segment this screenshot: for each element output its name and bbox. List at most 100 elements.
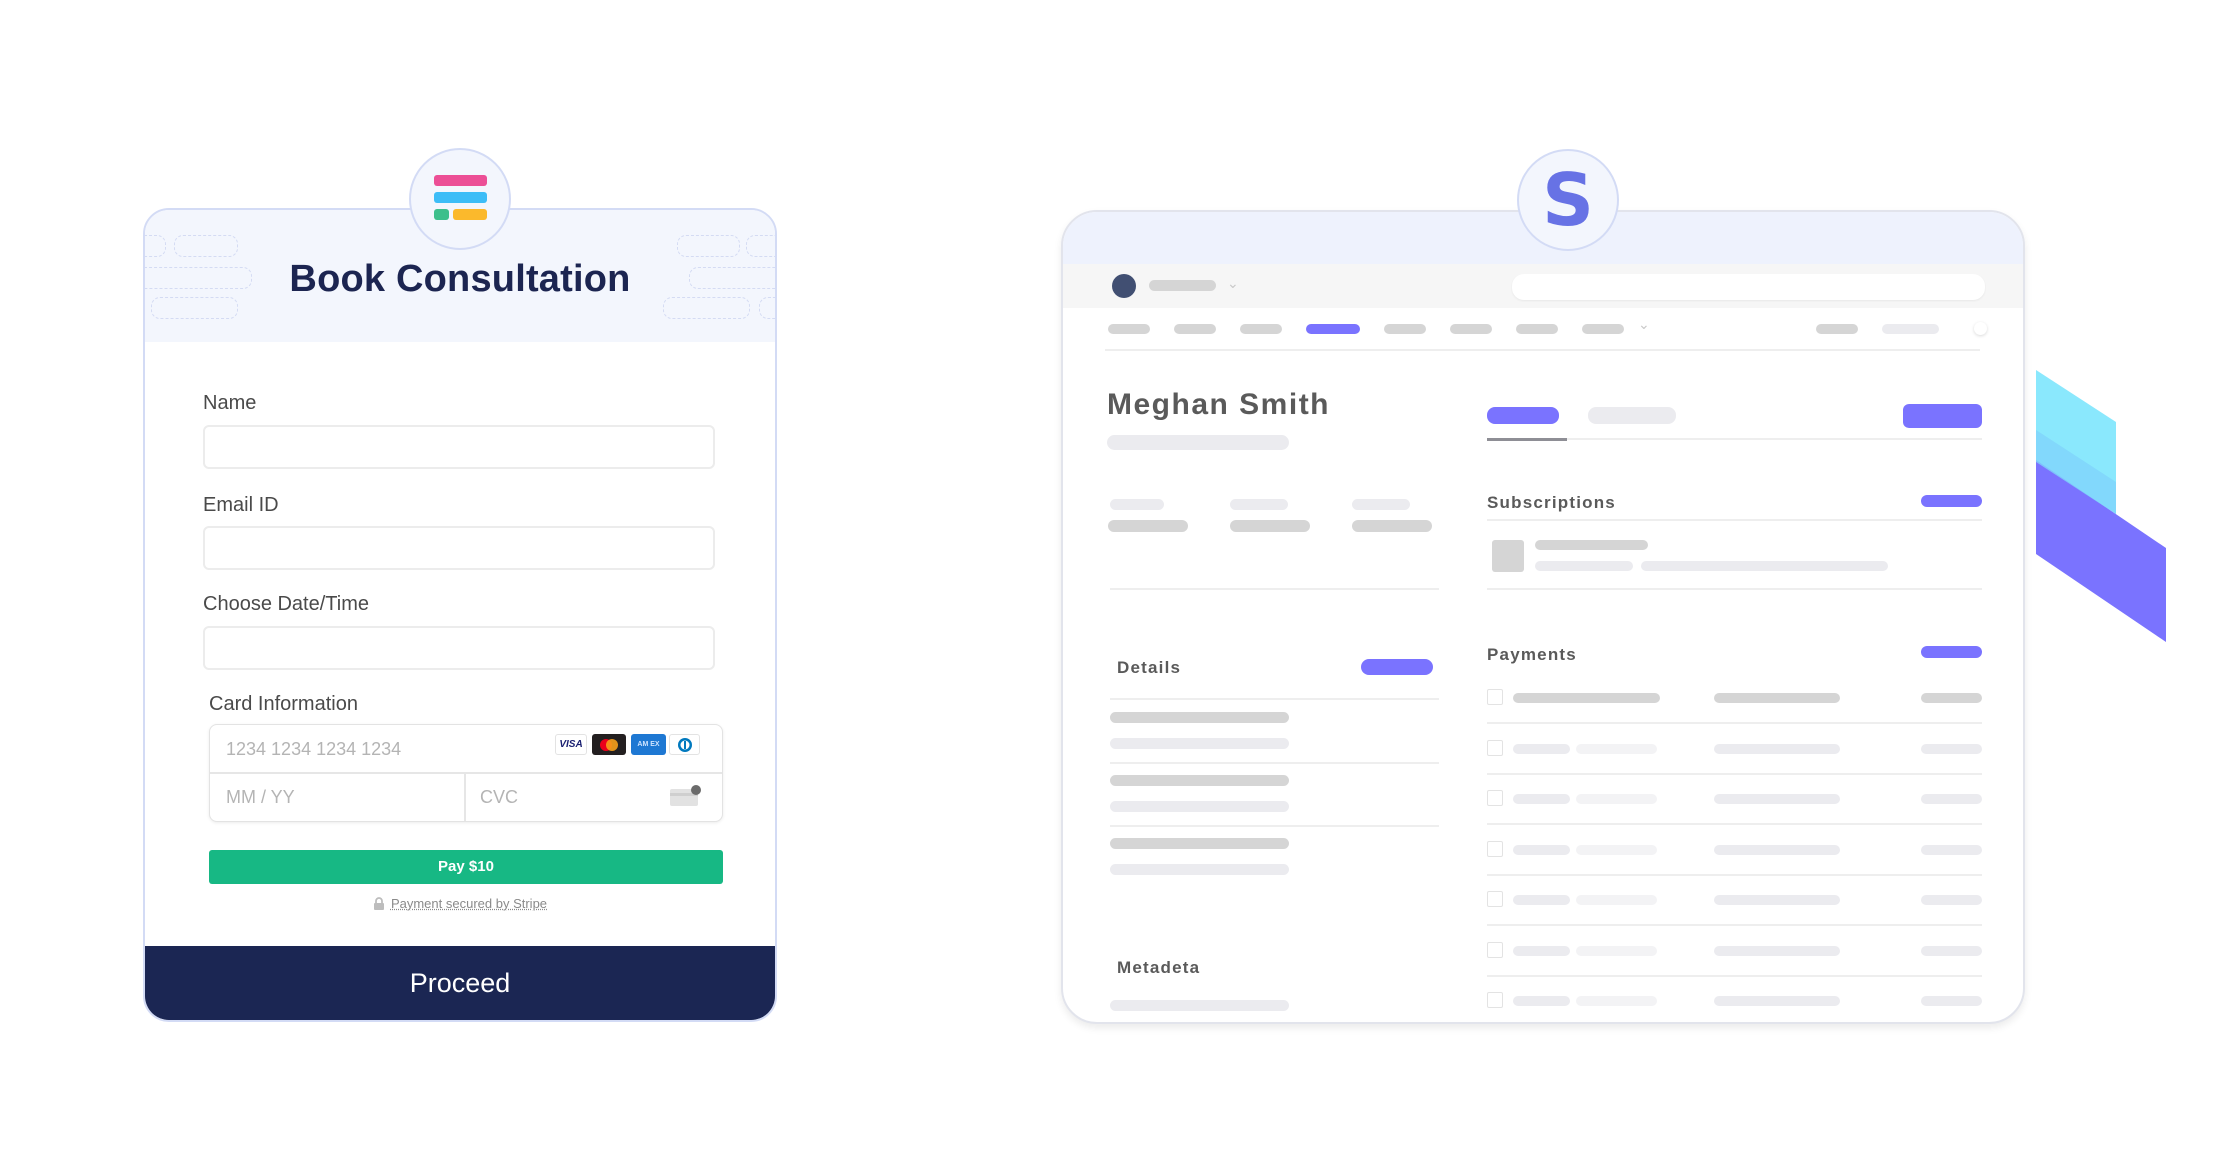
logo-bar-green	[434, 209, 449, 220]
nav-item-active[interactable]	[1306, 324, 1360, 334]
name-label: Name	[203, 392, 257, 414]
mastercard-icon	[592, 734, 626, 755]
cvc-input[interactable]: CVC	[480, 773, 518, 821]
nav-item[interactable]	[1108, 324, 1150, 334]
payment-status	[1576, 895, 1657, 905]
payment-amount	[1513, 946, 1570, 956]
customer-email-placeholder	[1107, 435, 1289, 450]
subscription-title[interactable]	[1535, 540, 1648, 550]
row-divider	[1487, 874, 1982, 876]
date-time-label: Choose Date/Time	[203, 593, 369, 615]
detail-value	[1110, 864, 1289, 875]
name-input[interactable]	[203, 425, 715, 469]
chevron-down-icon[interactable]: ⌄	[1638, 316, 1650, 333]
row-divider	[1487, 823, 1982, 825]
form-builder-logo	[409, 148, 511, 250]
row-divider	[1487, 722, 1982, 724]
tab[interactable]	[1588, 407, 1676, 424]
payment-description	[1714, 744, 1840, 754]
card-information-field: 1234 1234 1234 1234 VISA AM EX MM / YY C…	[209, 724, 723, 822]
amex-icon: AM EX	[631, 734, 666, 755]
subscription-meta	[1535, 561, 1633, 571]
date-time-input[interactable]	[203, 626, 715, 670]
primary-action-button[interactable]	[1903, 404, 1982, 428]
nav-item[interactable]	[1240, 324, 1282, 334]
payment-date	[1921, 996, 1982, 1006]
decorative-shapes	[2036, 370, 2166, 642]
subscription-thumbnail	[1492, 540, 1524, 572]
payments-heading: Payments	[1487, 645, 1577, 664]
payment-description	[1714, 895, 1840, 905]
row-divider	[1487, 924, 1982, 926]
account-name-placeholder[interactable]	[1149, 280, 1216, 291]
stat-label	[1230, 499, 1288, 510]
nav-item[interactable]	[1384, 324, 1426, 334]
payment-status	[1576, 744, 1657, 754]
details-edit-button[interactable]	[1361, 659, 1433, 675]
row-checkbox[interactable]	[1487, 689, 1503, 705]
decorative-box	[677, 235, 740, 257]
payment-date	[1921, 693, 1982, 703]
pay-button[interactable]: Pay $10	[209, 850, 723, 884]
section-divider	[1487, 588, 1982, 590]
stat-value	[1108, 520, 1188, 532]
nav-item-right[interactable]	[1816, 324, 1858, 334]
subscriptions-add-button[interactable]	[1921, 495, 1982, 507]
payment-amount	[1513, 794, 1570, 804]
proceed-button[interactable]: Proceed	[145, 946, 775, 1020]
row-checkbox[interactable]	[1487, 992, 1503, 1008]
notification-dot[interactable]	[1974, 322, 1987, 335]
expiry-input[interactable]: MM / YY	[226, 773, 295, 821]
email-input[interactable]	[203, 526, 715, 570]
section-divider	[1110, 588, 1439, 590]
customer-name: Meghan Smith	[1107, 388, 1331, 421]
nav-divider	[1105, 349, 1980, 351]
payment-date	[1921, 845, 1982, 855]
account-avatar[interactable]	[1112, 274, 1136, 298]
payment-description	[1714, 996, 1840, 1006]
stat-value	[1352, 520, 1432, 532]
logo-bar-blue	[434, 192, 487, 203]
payment-amount	[1513, 895, 1570, 905]
card-information-label: Card Information	[209, 693, 358, 715]
nav-item[interactable]	[1516, 324, 1558, 334]
stat-value	[1230, 520, 1310, 532]
form-title: Book Consultation	[289, 258, 631, 300]
detail-value	[1110, 801, 1289, 812]
secured-by-stripe-link[interactable]: Payment secured by Stripe	[391, 896, 547, 911]
section-divider	[1110, 762, 1439, 764]
nav-item-more[interactable]	[1582, 324, 1624, 334]
search-input[interactable]	[1512, 274, 1985, 300]
card-number-input[interactable]: 1234 1234 1234 1234	[226, 725, 401, 773]
tab-indicator	[1487, 438, 1567, 441]
payment-amount	[1513, 744, 1570, 754]
row-divider	[1487, 975, 1982, 977]
row-checkbox[interactable]	[1487, 942, 1503, 958]
metadata-heading: Metadeta	[1117, 958, 1201, 977]
nav-item[interactable]	[1174, 324, 1216, 334]
row-checkbox[interactable]	[1487, 891, 1503, 907]
row-checkbox[interactable]	[1487, 740, 1503, 756]
payment-date	[1921, 946, 1982, 956]
stat-label	[1110, 499, 1164, 510]
payment-amount	[1513, 845, 1570, 855]
payment-description	[1714, 693, 1840, 703]
chevron-down-icon[interactable]: ⌄	[1227, 275, 1239, 292]
payment-amount	[1513, 693, 1660, 703]
payment-status	[1576, 794, 1657, 804]
payments-add-button[interactable]	[1921, 646, 1982, 658]
row-checkbox[interactable]	[1487, 790, 1503, 806]
payment-description	[1714, 845, 1840, 855]
decorative-box	[174, 235, 238, 257]
nav-item[interactable]	[1450, 324, 1492, 334]
nav-item-right[interactable]	[1882, 324, 1939, 334]
detail-label	[1110, 838, 1289, 849]
detail-value	[1110, 738, 1289, 749]
row-checkbox[interactable]	[1487, 841, 1503, 857]
tab-active[interactable]	[1487, 407, 1559, 424]
detail-label	[1110, 712, 1289, 723]
subscription-meta	[1641, 561, 1888, 571]
diners-club-icon	[669, 734, 700, 755]
stat-label	[1352, 499, 1410, 510]
subscriptions-heading: Subscriptions	[1487, 493, 1616, 512]
